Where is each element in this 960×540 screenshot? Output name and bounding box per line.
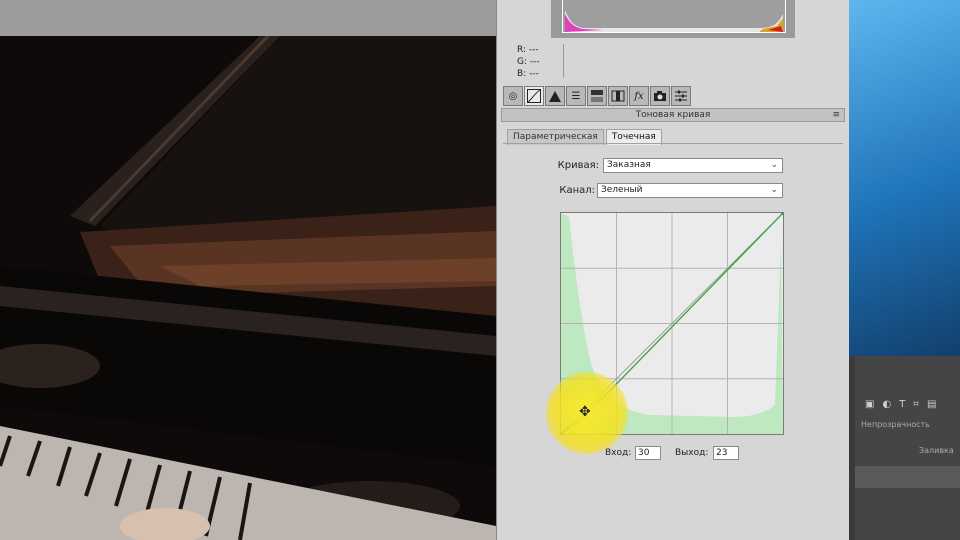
presets-icon[interactable]	[671, 86, 691, 106]
preview-top-bar	[0, 0, 496, 36]
fx-icon[interactable]: fx	[629, 86, 649, 106]
curve-select[interactable]: Заказная ⌄	[603, 158, 783, 173]
desktop-wallpaper	[849, 0, 960, 356]
histogram-graph	[563, 0, 785, 32]
output-label: Выход:	[675, 448, 709, 458]
histogram-frame	[551, 0, 795, 38]
histogram	[562, 0, 786, 33]
adjustment-icon[interactable]: ◐	[882, 399, 891, 410]
tone-curve-icon[interactable]	[524, 86, 544, 106]
curve-point[interactable]	[781, 213, 783, 215]
curve-select-value: Заказная	[607, 160, 651, 170]
type-icon[interactable]: T	[899, 399, 905, 410]
move-cursor-icon: ✥	[579, 404, 591, 420]
chevron-down-icon: ⌄	[770, 185, 778, 195]
develop-panel: R: --- G: --- B: --- ◎ ☰ fx Тоновая крив…	[496, 0, 849, 540]
detail-icon[interactable]	[545, 86, 565, 106]
photo-preview	[0, 0, 496, 540]
layer-row[interactable]	[855, 466, 960, 488]
channel-select[interactable]: Зеленый ⌄	[597, 183, 783, 198]
layer-toolbar: ▣ ◐ T ⌗ ▤	[855, 394, 960, 414]
panel-menu-icon[interactable]: ≡	[832, 109, 840, 121]
input-label: Вход:	[605, 448, 632, 458]
r-label: R:	[517, 45, 527, 55]
g-value: ---	[529, 57, 540, 67]
panel-title: Тоновая кривая	[635, 110, 711, 120]
b-label: B:	[517, 69, 527, 79]
chevron-down-icon: ⌄	[770, 160, 778, 170]
split-toning-icon[interactable]	[587, 86, 607, 106]
rgb-separator	[563, 44, 564, 78]
channel-select-label: Канал:	[559, 185, 595, 196]
hsl-icon[interactable]: ☰	[566, 86, 586, 106]
output-field[interactable]: 23	[713, 446, 739, 460]
camera-calibration-icon[interactable]	[650, 86, 670, 106]
r-value: ---	[528, 45, 539, 55]
smart-object-icon[interactable]: ▤	[927, 399, 936, 410]
b-value: ---	[529, 69, 539, 79]
channel-select-value: Зеленый	[601, 185, 643, 195]
piano-photo	[0, 36, 496, 540]
basic-icon[interactable]: ◎	[503, 86, 523, 106]
tab-underline	[503, 143, 843, 144]
lens-icon[interactable]	[608, 86, 628, 106]
image-icon[interactable]: ▣	[865, 399, 874, 410]
background-desktop: ▣ ◐ T ⌗ ▤ Непрозрачность Заливка	[849, 0, 960, 540]
panel-toolbar: ◎ ☰ fx	[503, 86, 691, 106]
crop-icon[interactable]: ⌗	[913, 399, 919, 410]
panel-title-bar: Тоновая кривая ≡	[501, 108, 845, 122]
curve-select-label: Кривая:	[557, 160, 599, 171]
opacity-label: Непрозрачность	[861, 420, 930, 429]
fill-label: Заливка	[919, 446, 954, 455]
input-field[interactable]: 30	[635, 446, 661, 460]
g-label: G:	[517, 57, 528, 67]
